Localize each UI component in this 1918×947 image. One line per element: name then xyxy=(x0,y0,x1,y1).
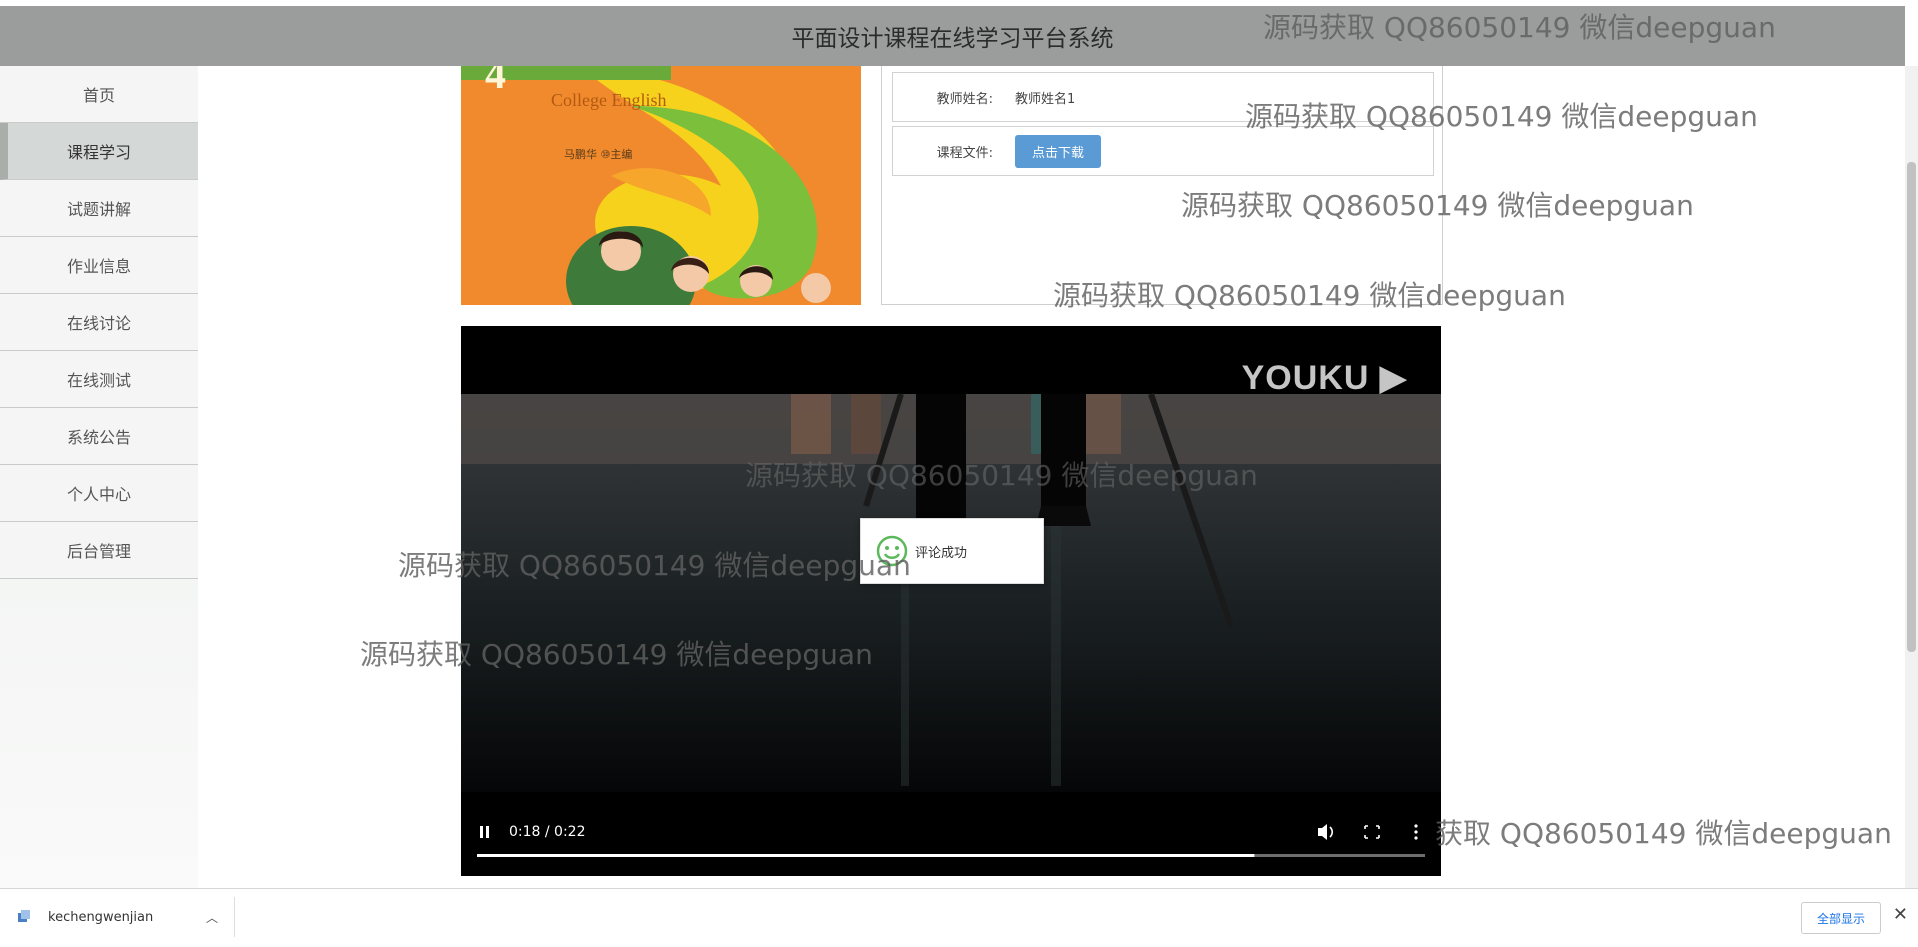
scrollbar-thumb[interactable] xyxy=(1907,162,1916,652)
sidebar-item-label: 首页 xyxy=(82,86,115,105)
watermark-text: 源码获取 QQ86050149 微信deepguan xyxy=(398,549,911,582)
sidebar-item-home[interactable]: 首页 xyxy=(0,66,198,123)
close-icon[interactable]: ✕ xyxy=(1893,904,1908,925)
more-options-button[interactable] xyxy=(1404,820,1428,844)
youku-logo: YOUKU ▶ xyxy=(1242,358,1407,398)
chevron-up-icon[interactable]: ︿ xyxy=(206,909,218,926)
teacher-value: 教师姓名1 xyxy=(1015,91,1076,107)
book-title-text: College English xyxy=(551,90,667,110)
sidebar-item-admin[interactable]: 后台管理 xyxy=(0,522,198,579)
youku-logo-text: YOUKU xyxy=(1241,359,1370,397)
video-player[interactable]: YOUKU ▶ 0:18 / 0:22 xyxy=(461,326,1441,876)
download-button[interactable]: 点击下载 xyxy=(1015,134,1101,168)
sidebar-item-label: 个人中心 xyxy=(66,485,131,504)
file-icon xyxy=(18,910,30,922)
file-label: 课程文件: xyxy=(936,145,993,161)
video-frame xyxy=(461,393,1441,876)
teacher-label: 教师姓名: xyxy=(936,91,993,107)
progress-slider[interactable] xyxy=(477,850,1425,860)
downloaded-file-name: kechengwenjian xyxy=(48,909,154,925)
sidebar-item-label: 后台管理 xyxy=(66,542,131,561)
sidebar-item-label: 试题讲解 xyxy=(66,200,131,219)
watermark-text: 源码获取 QQ86050149 微信deepguan xyxy=(360,638,873,671)
download-bar: kechengwenjian ︿ 全部显示 ✕ xyxy=(0,888,1918,947)
sidebar-item-announcement[interactable]: 系统公告 xyxy=(0,408,198,465)
sidebar-item-label: 作业信息 xyxy=(66,257,131,276)
mute-button[interactable] xyxy=(1311,820,1335,844)
downloaded-file-item[interactable]: kechengwenjian ︿ xyxy=(16,897,235,937)
sidebar-nav: 首页 课程学习 试题讲解 作业信息 在线讨论 在线测试 系统公告 个人中心 后台… xyxy=(0,66,198,888)
watermark-text: 源码获取 QQ86050149 微信deepguan xyxy=(745,459,1258,492)
watermark-text: 源码获取 QQ86050149 微信deepguan xyxy=(1181,189,1694,222)
course-cover-image: 4 College English 马鹏华 ⑩主编 xyxy=(461,66,861,305)
book-authors-text: 马鹏华 ⑩主编 xyxy=(564,147,632,161)
youku-play-icon: ▶ xyxy=(1369,359,1407,397)
sidebar-item-discussion[interactable]: 在线讨论 xyxy=(0,294,198,351)
sidebar-item-online-test[interactable]: 在线测试 xyxy=(0,351,198,408)
watermark-text: 获取 QQ86050149 微信deepguan xyxy=(1435,817,1892,850)
fullscreen-button[interactable] xyxy=(1360,820,1384,844)
sidebar-item-label: 系统公告 xyxy=(66,428,131,447)
pause-button[interactable] xyxy=(473,820,497,844)
book-cover-graphic: 4 College English 马鹏华 ⑩主编 xyxy=(461,66,861,305)
page-scrollbar[interactable] xyxy=(1905,66,1918,888)
sidebar-item-label: 在线讨论 xyxy=(66,314,131,333)
show-all-button[interactable]: 全部显示 xyxy=(1801,902,1881,934)
watermark-text: 源码获取 QQ86050149 微信deepguan xyxy=(1245,100,1758,133)
sidebar-item-label: 在线测试 xyxy=(66,371,131,390)
sidebar-item-label: 课程学习 xyxy=(66,143,131,162)
video-controls: 0:18 / 0:22 xyxy=(461,810,1441,876)
toast-message: 评论成功 xyxy=(915,545,968,561)
sidebar-item-course-study[interactable]: 课程学习 xyxy=(0,123,198,180)
page-title: 平面设计课程在线学习平台系统 xyxy=(791,26,1114,52)
sidebar-item-homework[interactable]: 作业信息 xyxy=(0,237,198,294)
watermark-text: 源码获取 QQ86050149 微信deepguan xyxy=(1263,11,1776,44)
sidebar-item-exam-explain[interactable]: 试题讲解 xyxy=(0,180,198,237)
svg-text:4: 4 xyxy=(485,66,506,98)
watermark-text: 源码获取 QQ86050149 微信deepguan xyxy=(1053,279,1566,312)
sidebar-item-personal-center[interactable]: 个人中心 xyxy=(0,465,198,522)
video-time: 0:18 / 0:22 xyxy=(509,824,586,840)
controls-graphic xyxy=(477,824,1425,857)
